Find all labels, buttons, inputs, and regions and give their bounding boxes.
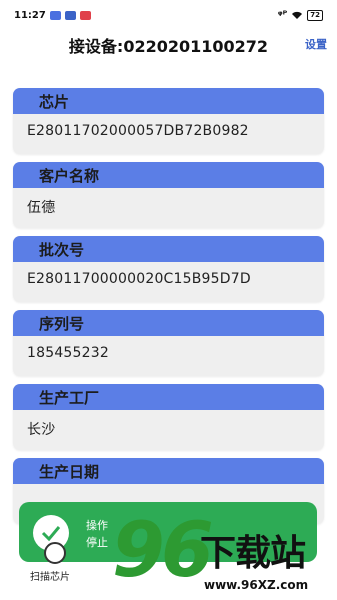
field-label: 芯片 [13, 88, 324, 114]
scan-label: 扫描芯片 [30, 572, 70, 583]
field-label: 序列号 [13, 310, 324, 336]
page-title: 接设备:0220201100272 [68, 37, 269, 56]
watermark-digits: 96 [112, 505, 214, 594]
battery-icon: 72 [307, 9, 323, 21]
header: 接设备:0220201100272 设置 [0, 30, 337, 60]
field-label: 生产工厂 [13, 384, 324, 410]
field-card-factory: 生产工厂 长沙 [13, 384, 324, 450]
field-card-serial: 序列号 185455232 [13, 310, 324, 376]
status-left: 11:27 [14, 10, 91, 21]
field-card-chip: 芯片 E28011702000057DB72B0982 [13, 88, 324, 154]
field-label: 生产日期 [13, 458, 324, 484]
settings-button[interactable]: 设置 [305, 36, 327, 52]
watermark: 96 下载站 www.96XZ.com [112, 512, 337, 600]
scan-icon [44, 542, 66, 564]
status-bar: 11:27 ᵠᴾ 72 [0, 0, 337, 30]
notification-icon [64, 10, 76, 20]
field-label: 客户名称 [13, 162, 324, 188]
field-value[interactable]: E28011700000020C15B95D7D [13, 262, 324, 296]
toast-line-1: 操作 [86, 519, 108, 532]
status-time: 11:27 [14, 9, 46, 21]
field-card-batch: 批次号 E28011700000020C15B95D7D [13, 236, 324, 302]
notification-icon [79, 10, 91, 20]
signal-text: ᵠᴾ [277, 9, 288, 21]
notification-icon [49, 10, 61, 20]
scan-chip-button[interactable]: 扫描芯片 [22, 538, 92, 588]
wifi-icon [292, 11, 303, 19]
status-right: ᵠᴾ 72 [277, 9, 323, 21]
field-value[interactable]: 长沙 [13, 410, 324, 448]
field-value[interactable]: 伍德 [13, 188, 324, 226]
field-label: 批次号 [13, 236, 324, 262]
field-value[interactable]: 185455232 [13, 336, 324, 370]
watermark-text: 下载站 [200, 533, 306, 574]
watermark-url: www.96XZ.com [204, 578, 309, 592]
field-value[interactable]: E28011702000057DB72B0982 [13, 114, 324, 148]
field-card-customer: 客户名称 伍德 [13, 162, 324, 228]
field-value[interactable] [13, 484, 324, 502]
